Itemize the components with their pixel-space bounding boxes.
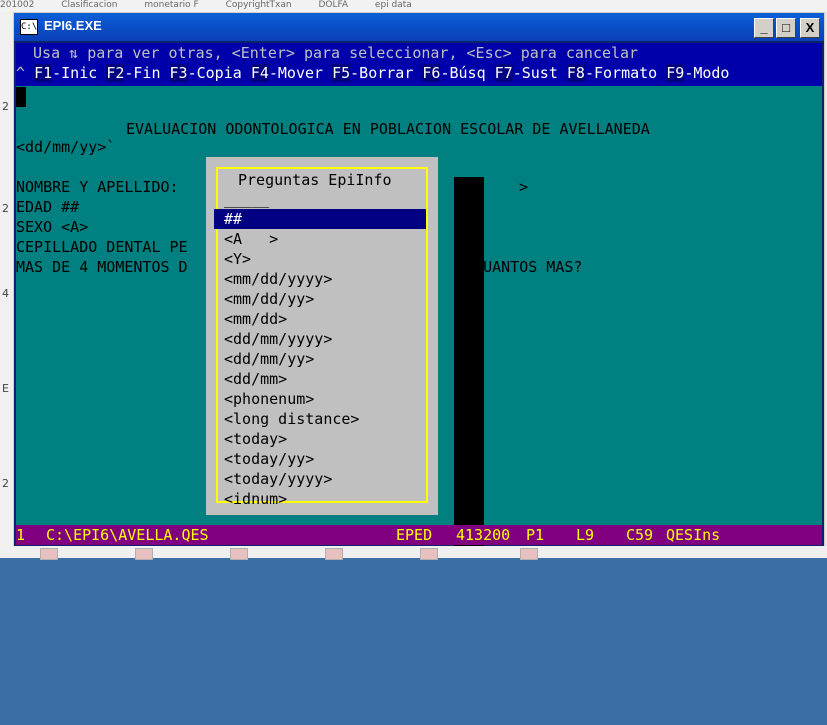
f7-key[interactable]: F7 [494,64,513,82]
status-page: P1 [526,526,545,544]
status-memory: 413200 [456,526,511,544]
menu-item[interactable]: <A > [214,229,426,249]
taskbar-app-icon[interactable] [520,548,538,560]
taskbar-strip [0,546,827,560]
menu-item[interactable]: _____ [214,189,426,209]
edad-line[interactable]: EDAD ## [16,197,79,217]
menu-item[interactable]: <dd/mm/yyyy> [214,329,426,349]
desktop-label: E [2,382,9,395]
function-key-bar: ^ F1-Inic F2-Fin F3-Copia F4-Mover F5-Bo… [16,63,822,86]
document-heading: EVALUACION ODONTOLOGICA EN POBLACION ESC… [126,120,650,138]
f8-label: -Formato [584,64,667,82]
menu-item[interactable]: <today> [214,429,426,449]
taskbar-app-icon[interactable] [135,548,153,560]
f1-key[interactable]: F1 [34,64,53,82]
status-bar: 1 C:\EPI6\AVELLA.QES EPED 413200 P1 L9 C… [16,525,822,545]
menu-item[interactable]: <dd/mm/yy> [214,349,426,369]
desktop-label: monetario F [144,0,199,10]
status-mode: EPED [396,526,433,544]
menu-item[interactable]: <mm/dd/yyyy> [214,269,426,289]
status-state: QESIns [666,526,721,544]
taskbar-app-icon[interactable] [40,548,58,560]
f2-label: -Fin [124,64,170,82]
console-screen[interactable]: Usa ⇅ para ver otras, <Enter> para selec… [16,43,822,547]
status-col: C59 [626,526,654,544]
ctrl-prefix: ^ [16,64,35,82]
momentos-line[interactable]: MAS DE 4 MOMENTOS D [16,257,188,277]
f2-key[interactable]: F2 [106,64,125,82]
f9-key[interactable]: F9 [666,64,685,82]
f9-label: -Modo [684,64,730,82]
menu-item-selected[interactable]: ## [214,209,426,229]
f5-label: -Borrar [350,64,423,82]
menu-shadow [454,177,484,547]
f1-label: -Inic [52,64,107,82]
menu-item[interactable]: <mm/dd> [214,309,426,329]
close-button[interactable]: X [800,18,820,38]
hint-bar: Usa ⇅ para ver otras, <Enter> para selec… [16,43,822,63]
menu-item[interactable]: <today/yyyy> [214,469,426,489]
status-row: L9 [576,526,595,544]
window-title: EPI6.EXE [44,18,102,33]
desktop-label: 4 [2,287,9,300]
taskbar-app-icon[interactable] [230,548,248,560]
cepillado-line[interactable]: CEPILLADO DENTAL PE [16,237,188,257]
menu-item[interactable]: <long distance> [214,409,426,429]
sexo-line[interactable]: SEXO <A> [16,217,88,237]
desktop-label: 2 [2,202,9,215]
taskbar-app-icon[interactable] [325,548,343,560]
console-icon[interactable]: C:\ [20,19,38,35]
f3-key[interactable]: F3 [169,64,188,82]
f5-key[interactable]: F5 [332,64,351,82]
f7-label: -Sust [512,64,567,82]
f3-label: -Copia [187,64,251,82]
menu-title: Preguntas EpiInfo [236,171,394,189]
menu-item[interactable]: <Y> [214,249,426,269]
taskbar-app-icon[interactable] [420,548,438,560]
menu-item[interactable]: <mm/dd/yy> [214,289,426,309]
f4-key[interactable]: F4 [250,64,269,82]
desktop-left-strip: 2 2 4 E 2 [0,12,14,546]
menu-item[interactable]: <idnum> [214,489,426,509]
desktop-label: DOLFA [318,0,349,10]
desktop-label: 2 [2,100,9,113]
minimize-button[interactable]: _ [754,18,774,38]
desktop-label: epi data [374,0,412,10]
preguntas-menu[interactable]: Preguntas EpiInfo _____ ## <A > <Y> <mm/… [206,157,438,515]
desktop-top-strip: 201002 Clasificacion monetario F Copyrig… [0,0,827,12]
menu-list[interactable]: _____ ## <A > <Y> <mm/dd/yyyy> <mm/dd/yy… [214,189,426,509]
menu-item[interactable]: <today/yy> [214,449,426,469]
menu-item[interactable]: <dd/mm> [214,369,426,389]
f6-label: -Búsq [440,64,495,82]
epi6-window: C:\ EPI6.EXE _ □ X Usa ⇅ para ver otras,… [13,12,825,548]
f8-key[interactable]: F8 [566,64,585,82]
menu-item[interactable]: <phonenum> [214,389,426,409]
nombre-line[interactable]: NOMBRE Y APELLIDO: [16,177,179,197]
desktop-label: Clasificacion [61,0,118,10]
f4-label: -Mover [268,64,333,82]
maximize-button[interactable]: □ [776,18,796,38]
text-cursor [16,87,26,107]
f6-key[interactable]: F6 [422,64,441,82]
desktop-label: 201002 [0,0,35,10]
nombre-field-end: > [519,178,529,196]
title-bar[interactable]: C:\ EPI6.EXE _ □ X [14,13,824,41]
desktop-label: CopyrightTxan [225,0,292,10]
status-line: 1 [16,526,26,544]
status-file: C:\EPI6\AVELLA.QES [46,526,209,544]
desktop-label: 2 [2,477,9,490]
date-field[interactable]: <dd/mm/yy>` [16,137,115,157]
